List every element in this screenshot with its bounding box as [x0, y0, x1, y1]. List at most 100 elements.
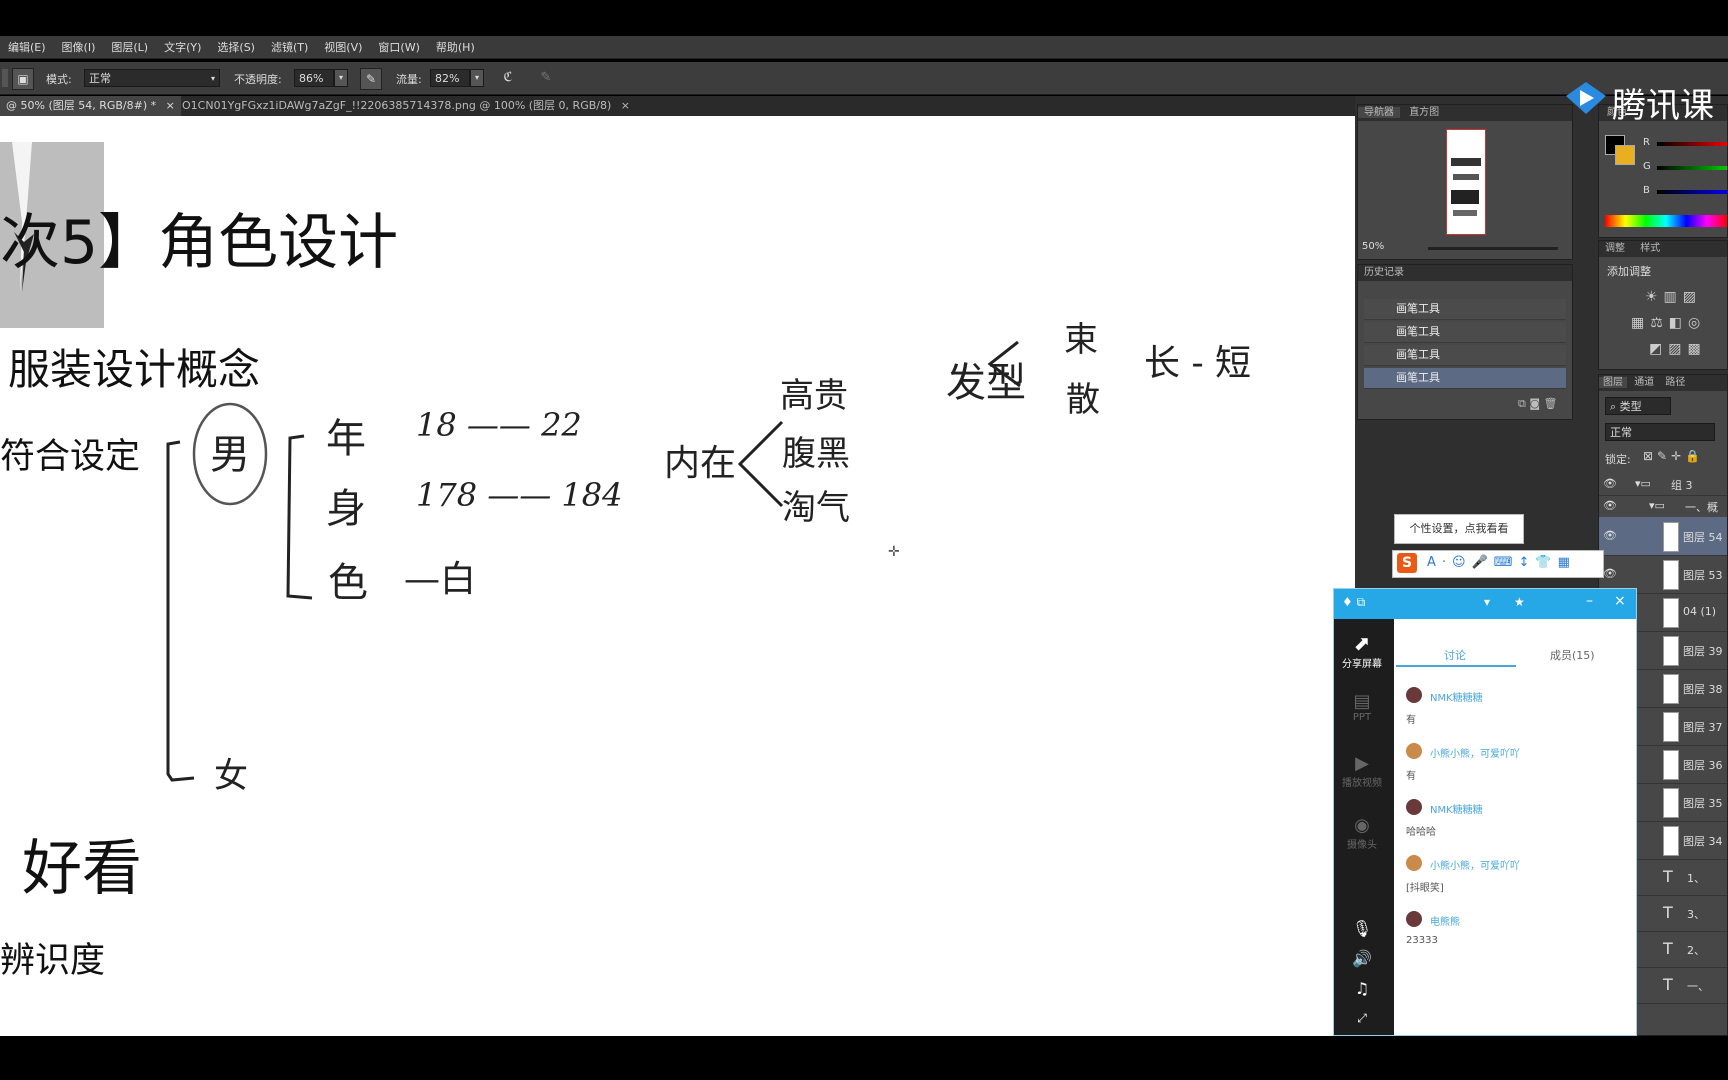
airbrush-icon[interactable]: ℭ	[498, 68, 518, 88]
menu-select[interactable]: 选择(S)	[209, 39, 263, 55]
close-icon[interactable]: ×	[166, 99, 175, 112]
history-actions-icons[interactable]: ⧉ ◙ 🗑	[1518, 397, 1557, 411]
speaker-icon[interactable]: 🔊	[1342, 949, 1382, 968]
eye-icon[interactable]: 👁	[1603, 529, 1617, 542]
navigator-zoom[interactable]: 50%	[1362, 241, 1384, 252]
expand-icon[interactable]: ⤢	[1342, 1011, 1382, 1026]
tab-histogram[interactable]: 直方图	[1403, 107, 1445, 118]
red-slider[interactable]	[1657, 142, 1727, 146]
adjustments-header: 调整 样式	[1599, 241, 1727, 257]
message-text: 有	[1406, 715, 1416, 726]
opacity-label: 不透明度:	[234, 73, 282, 86]
tab-navigator[interactable]: 导航器	[1358, 107, 1400, 118]
text-layer-icon: T	[1663, 939, 1673, 958]
adjustment-icons-row3[interactable]: ◩▨▩	[1649, 341, 1707, 357]
history-item[interactable]: 画笔工具	[1364, 322, 1566, 343]
tab-paths[interactable]: 路径	[1661, 377, 1689, 388]
lock-icons[interactable]: ⊠✎✛🔒	[1643, 449, 1704, 463]
tencent-classroom-watermark: 腾讯课	[1560, 74, 1728, 126]
blend-mode-select[interactable]: 正常	[1605, 423, 1715, 441]
layer-name: 图层 54	[1683, 531, 1723, 544]
adjustment-icons-row2[interactable]: ▦⚖◧◎	[1631, 315, 1706, 331]
message-sender[interactable]: 电熊熊	[1430, 913, 1460, 928]
mode-select[interactable]: 正常 ▾	[84, 69, 220, 87]
tab-channels[interactable]: 通道	[1630, 377, 1658, 388]
menu-layer[interactable]: 图层(L)	[103, 39, 156, 55]
layer-row-54[interactable]: 👁 图层 54	[1599, 517, 1727, 556]
canvas[interactable]: 次5】角色设计 服装设计概念 符合设定 好看 辨识度 男 女 年 18 —— 2…	[0, 116, 1355, 1036]
color-spectrum[interactable]	[1605, 215, 1727, 227]
share-screen-icon: ⬈	[1353, 631, 1371, 655]
blue-slider[interactable]	[1657, 190, 1727, 194]
flow-dropdown[interactable]: ▾	[470, 69, 484, 87]
avatar[interactable]	[1406, 855, 1422, 871]
close-icon[interactable]: ×	[1614, 593, 1626, 609]
pressure-opacity-icon[interactable]: ✎	[360, 68, 382, 90]
tab-discuss-underline	[1396, 665, 1516, 667]
layer-name: 图层 39	[1683, 645, 1723, 658]
hand-age-label: 年	[326, 416, 366, 462]
sogou-logo-icon[interactable]: S	[1397, 553, 1417, 573]
minimize-icon[interactable]: –	[1586, 593, 1593, 609]
avatar[interactable]	[1406, 911, 1422, 927]
tool-preset-edge[interactable]	[2, 69, 8, 87]
menu-view[interactable]: 视图(V)	[316, 39, 370, 55]
layer-group-row[interactable]: 👁 ▾▭ 组 3	[1599, 473, 1727, 496]
chevron-down-icon[interactable]: ▾	[1484, 595, 1490, 609]
tab-document-2[interactable]: O1CN01YgFGxz1iDAWg7aZgF_!!2206385714378.…	[176, 96, 636, 116]
navigator-header: 导航器 直方图	[1358, 105, 1572, 121]
avatar[interactable]	[1406, 687, 1422, 703]
message-sender[interactable]: NMK糖糖糖	[1430, 801, 1483, 816]
brush-panel-icon[interactable]: ▣	[12, 68, 34, 90]
menu-type[interactable]: 文字(Y)	[156, 39, 209, 55]
share-screen-button[interactable]: ⬈ 分享屏幕	[1342, 631, 1382, 670]
message-sender[interactable]: 小熊小熊，可爱吖吖	[1430, 745, 1520, 760]
navigator-zoom-slider[interactable]	[1428, 247, 1558, 250]
history-item[interactable]: 画笔工具	[1364, 299, 1566, 320]
pressure-size-icon[interactable]: ✎	[536, 68, 556, 88]
history-item-current[interactable]: 画笔工具	[1364, 368, 1566, 389]
chat-app-icon[interactable]: ♦ ⧉	[1342, 595, 1365, 610]
opacity-dropdown[interactable]: ▾	[334, 69, 348, 87]
opacity-input[interactable]: 86%	[294, 69, 334, 87]
menu-filter[interactable]: 滤镜(T)	[263, 39, 316, 55]
avatar[interactable]	[1406, 743, 1422, 759]
tab-discuss[interactable]: 讨论	[1444, 647, 1466, 663]
flow-input[interactable]: 82%	[430, 69, 470, 87]
tab-styles[interactable]: 样式	[1634, 243, 1666, 254]
history-item[interactable]: 画笔工具	[1364, 345, 1566, 366]
message-sender[interactable]: NMK糖糖糖	[1430, 689, 1483, 704]
menu-help[interactable]: 帮助(H)	[428, 39, 483, 55]
layer-filter-select[interactable]: ⌕ 类型	[1605, 397, 1671, 415]
tab-adjustments[interactable]: 调整	[1599, 243, 1631, 254]
avatar[interactable]	[1406, 799, 1422, 815]
message-sender[interactable]: 小熊小熊，可爱吖吖	[1430, 857, 1520, 872]
folder-icon: ▾▭	[1649, 499, 1665, 512]
background-color-swatch[interactable]	[1615, 145, 1635, 165]
play-video-label: 播放视频	[1342, 778, 1382, 789]
layer-subgroup-row[interactable]: 👁 ▾▭ 一、概	[1599, 495, 1727, 518]
eye-icon[interactable]: 👁	[1603, 499, 1617, 512]
eye-icon[interactable]: 👁	[1603, 477, 1617, 490]
tab-members[interactable]: 成员(15)	[1550, 647, 1595, 663]
tab-document-1[interactable]: @ 50% (图层 54, RGB/8#) * ×	[0, 96, 181, 116]
play-video-button[interactable]: ▶ 播放视频	[1342, 753, 1382, 789]
music-icon[interactable]: ♫	[1342, 979, 1382, 998]
menu-window[interactable]: 窗口(W)	[370, 39, 427, 55]
close-icon[interactable]: ×	[621, 99, 630, 112]
eye-icon[interactable]: 👁	[1603, 567, 1617, 580]
layer-name: 图层 36	[1683, 759, 1723, 772]
menu-image[interactable]: 图像(I)	[54, 39, 104, 55]
hand-trait-naughty: 淘气	[782, 488, 850, 528]
microphone-icon[interactable]: 🎙	[1342, 919, 1382, 938]
ime-tool-icons[interactable]: A·☺🎤⌨↕👕▦	[1427, 555, 1576, 570]
pin-icon[interactable]: ★	[1514, 595, 1525, 609]
menu-edit[interactable]: 编辑(E)	[0, 39, 54, 55]
ppt-button[interactable]: ▤ PPT	[1342, 691, 1382, 723]
tab-layers[interactable]: 图层	[1599, 377, 1627, 388]
green-slider[interactable]	[1657, 166, 1727, 170]
camera-button[interactable]: ◉ 摄像头	[1342, 815, 1382, 851]
adjustment-icons-row1[interactable]: ☀▥▨	[1645, 289, 1702, 305]
chevron-down-icon: ▾	[210, 74, 215, 83]
navigator-preview[interactable]	[1446, 129, 1486, 235]
